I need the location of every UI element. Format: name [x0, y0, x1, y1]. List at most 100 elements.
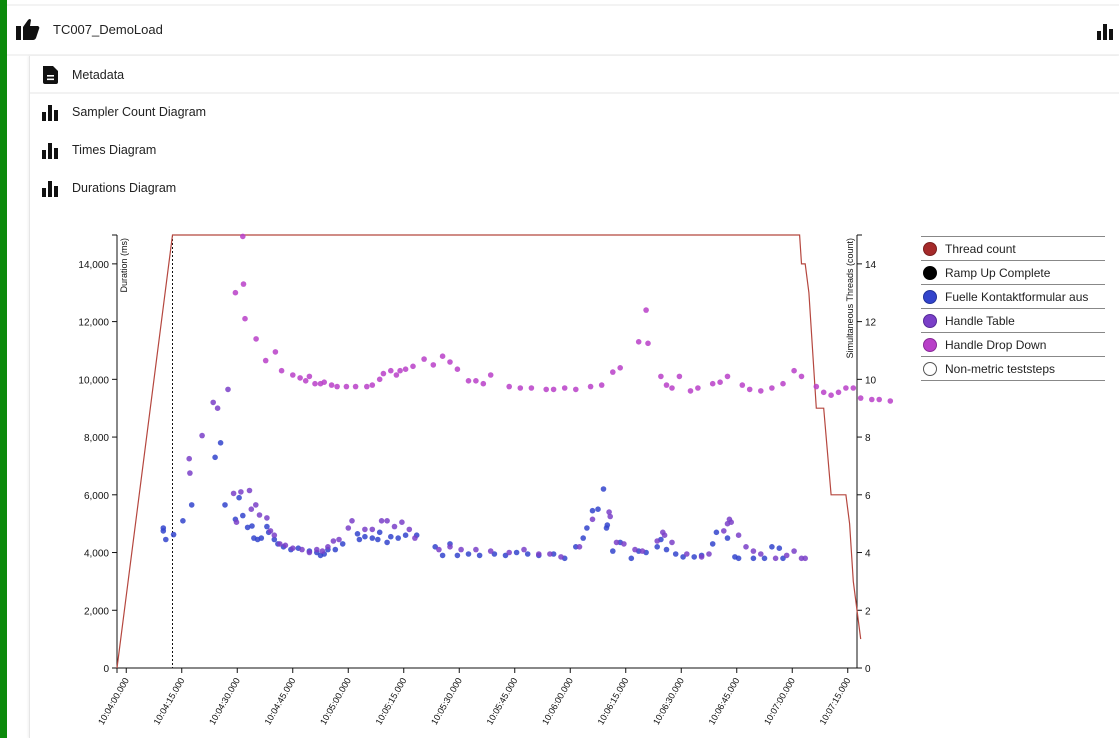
data-point-fuelle-kontaktformular-aus — [513, 549, 520, 556]
data-point-handle-drop-down — [506, 383, 512, 390]
data-point-fuelle-kontaktformular-aus — [524, 551, 531, 557]
legend-item-ramp-up-complete[interactable]: Ramp Up Complete — [921, 260, 1105, 284]
data-point-handle-drop-down — [663, 382, 670, 388]
data-point-fuelle-kontaktformular-aus — [604, 522, 611, 528]
data-point-fuelle-kontaktformular-aus — [439, 552, 446, 559]
data-point-fuelle-kontaktformular-aus — [672, 551, 679, 557]
x-tick-label: 10:05:15.000 — [374, 676, 409, 727]
data-point-fuelle-kontaktformular-aus — [663, 546, 670, 553]
data-point-handle-drop-down — [798, 373, 805, 380]
legend-label: Thread count — [945, 241, 1016, 256]
data-point-handle-table — [406, 526, 413, 533]
data-point-handle-drop-down — [550, 386, 557, 393]
data-point-handle-drop-down — [240, 281, 247, 287]
legend-label: Handle Table — [945, 313, 1015, 328]
data-point-handle-drop-down — [352, 383, 359, 390]
data-point-handle-table — [721, 528, 727, 534]
legend-item-handle-table[interactable]: Handle Table — [921, 308, 1105, 332]
data-point-handle-drop-down — [828, 392, 834, 399]
data-point-fuelle-kontaktformular-aus — [735, 555, 742, 562]
data-point-handle-table — [299, 546, 305, 553]
legend-item-thread-count[interactable]: Thread count — [921, 236, 1105, 260]
data-point-handle-drop-down — [573, 386, 579, 393]
data-point-handle-drop-down — [780, 380, 786, 387]
data-point-handle-drop-down — [645, 340, 651, 347]
data-point-handle-drop-down — [364, 383, 370, 390]
data-point-fuelle-kontaktformular-aus — [356, 536, 363, 543]
data-point-handle-table — [384, 518, 390, 524]
data-point-handle-table — [246, 487, 253, 494]
data-point-fuelle-kontaktformular-aus — [476, 552, 483, 559]
data-point-handle-table — [362, 526, 368, 533]
data-point-handle-table — [187, 470, 193, 476]
data-point-fuelle-kontaktformular-aus — [222, 502, 228, 508]
data-point-fuelle-kontaktformular-aus — [454, 552, 461, 559]
x-tick-label: 10:06:30.000 — [651, 676, 686, 727]
y-tick-label: 2,000 — [84, 606, 109, 617]
data-point-fuelle-kontaktformular-aus — [384, 539, 390, 546]
data-point-handle-table — [639, 548, 646, 554]
data-point-handle-table — [521, 546, 527, 553]
data-point-fuelle-kontaktformular-aus — [362, 533, 368, 540]
data-point-fuelle-kontaktformular-aus — [170, 531, 177, 538]
data-point-handle-table — [314, 546, 320, 553]
data-point-fuelle-kontaktformular-aus — [264, 523, 270, 530]
data-point-handle-drop-down — [328, 382, 335, 388]
data-point-handle-drop-down — [253, 336, 259, 342]
x-tick-label: 10:04:00.000 — [96, 676, 131, 727]
data-point-fuelle-kontaktformular-aus — [691, 554, 697, 560]
data-point-handle-drop-down — [343, 383, 350, 390]
legend-item-fuelle-kontaktformular-aus[interactable]: Fuelle Kontaktformular aus — [921, 284, 1105, 308]
data-point-handle-table — [330, 538, 337, 544]
data-point-handle-drop-down — [473, 378, 479, 384]
data-point-handle-table — [613, 539, 620, 546]
x-tick-label: 10:06:45.000 — [707, 676, 742, 727]
data-point-fuelle-kontaktformular-aus — [600, 486, 607, 492]
data-point-handle-drop-down — [410, 363, 416, 370]
data-point-handle-table — [210, 399, 216, 406]
data-point-fuelle-kontaktformular-aus — [180, 518, 186, 524]
data-point-handle-drop-down — [393, 372, 400, 378]
legend-item-handle-drop-down[interactable]: Handle Drop Down — [921, 332, 1105, 356]
legend-swatch — [923, 241, 937, 256]
data-point-handle-table — [282, 542, 289, 549]
data-point-handle-table — [772, 555, 779, 562]
data-point-handle-drop-down — [321, 379, 328, 386]
y2-tick-label: 4 — [865, 549, 871, 560]
data-point-handle-table — [802, 555, 808, 562]
data-point-handle-drop-down — [843, 385, 849, 391]
x-tick-label: 10:07:00.000 — [762, 676, 797, 727]
data-point-handle-table — [271, 532, 278, 538]
legend-label: Non-metric teststeps — [945, 361, 1056, 376]
data-point-handle-drop-down — [643, 307, 649, 313]
data-point-handle-drop-down — [610, 369, 616, 375]
legend-swatch — [923, 289, 937, 304]
data-point-handle-table — [214, 405, 221, 412]
data-point-fuelle-kontaktformular-aus — [388, 533, 394, 540]
data-point-handle-drop-down — [820, 389, 827, 396]
data-point-fuelle-kontaktformular-aus — [249, 523, 255, 529]
data-point-handle-drop-down — [746, 386, 753, 393]
y-tick-label: 10,000 — [78, 375, 109, 386]
data-point-handle-drop-down — [447, 359, 453, 365]
data-point-fuelle-kontaktformular-aus — [258, 535, 265, 541]
data-point-handle-table — [412, 535, 418, 541]
x-tick-label: 10:04:45.000 — [263, 676, 298, 727]
data-point-handle-table — [225, 386, 231, 393]
data-point-handle-drop-down — [242, 315, 248, 322]
data-point-handle-table — [661, 532, 668, 538]
legend-label: Fuelle Kontaktformular aus — [945, 289, 1089, 304]
data-point-handle-table — [632, 546, 638, 553]
data-point-handle-drop-down — [240, 233, 246, 240]
legend-label: Ramp Up Complete — [945, 265, 1051, 280]
data-point-fuelle-kontaktformular-aus — [761, 555, 768, 562]
data-point-handle-table — [319, 548, 326, 554]
chart-marks — [116, 233, 894, 669]
legend-item-non-metric-teststeps[interactable]: Non-metric teststeps — [921, 356, 1105, 381]
data-point-handle-drop-down — [724, 373, 731, 380]
data-point-handle-drop-down — [262, 357, 269, 364]
data-point-fuelle-kontaktformular-aus — [709, 541, 716, 547]
data-point-handle-table — [230, 490, 237, 497]
y-axis-label: Duration (ms) — [119, 238, 129, 293]
data-point-fuelle-kontaktformular-aus — [339, 541, 346, 547]
